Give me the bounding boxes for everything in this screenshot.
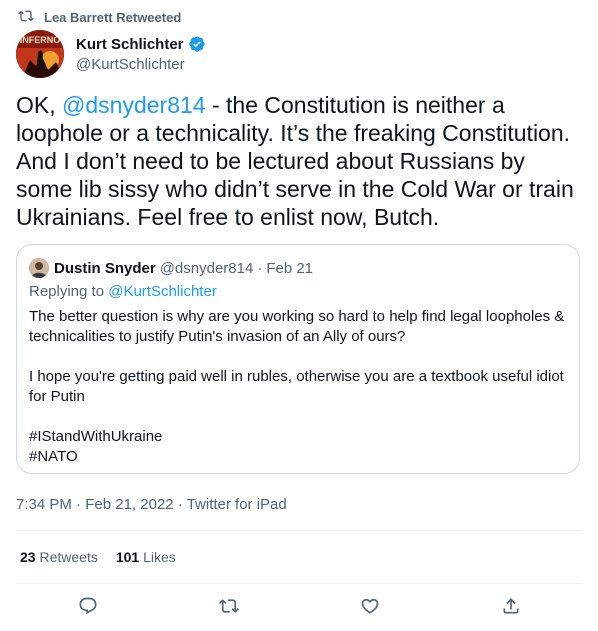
retweets-stat[interactable]: 23 Retweets	[20, 549, 98, 565]
divider	[16, 583, 582, 584]
quoted-display-name: Dustin Snyder	[54, 259, 156, 277]
action-bar	[0, 594, 598, 622]
share-button[interactable]	[497, 594, 525, 622]
quoted-handle: @dsnyder814	[159, 259, 254, 277]
tweet-time[interactable]: 7:34 PM	[16, 496, 72, 513]
tweet-text-prefix: OK,	[16, 92, 63, 118]
author-display-name[interactable]: Kurt Schlichter	[76, 36, 184, 53]
quoted-paragraph-1: The better question is why are you worki…	[29, 308, 565, 345]
avatar-logo-text: INFERNO	[20, 35, 61, 45]
divider	[16, 530, 582, 531]
tweet-text: OK, @dsnyder814 - the Constitution is ne…	[16, 91, 582, 231]
like-icon	[360, 596, 380, 621]
retweets-count: 23	[20, 549, 36, 565]
timestamp-separator-1: ·	[76, 496, 82, 513]
retweets-label: Retweets	[39, 549, 98, 565]
quoted-replying-to: Replying to @KurtSchlichter	[29, 283, 217, 300]
quoted-hashtag-istandwithukraine: #IStandWithUkraine	[29, 428, 163, 445]
engagement-stats: 23 Retweets 101 Likes	[20, 549, 176, 565]
quoted-tweet[interactable]: Dustin Snyder @dsnyder814 · Feb 21 Reply…	[16, 244, 580, 474]
retweeted-by[interactable]: Lea Barrett Retweeted	[18, 8, 181, 26]
quoted-body: The better question is why are you worki…	[29, 307, 569, 467]
retweeted-by-label: Lea Barrett Retweeted	[44, 9, 182, 25]
tweet-mention-link[interactable]: @dsnyder814	[62, 92, 206, 118]
share-icon	[501, 596, 521, 621]
replying-to-prefix: Replying to	[29, 283, 109, 300]
quoted-paragraph-2: I hope you're getting paid well in ruble…	[29, 368, 564, 405]
timestamp-separator-2: ·	[177, 496, 183, 513]
retweet-icon	[18, 8, 34, 27]
quoted-hashtag-nato: #NATO	[29, 448, 78, 465]
likes-stat[interactable]: 101 Likes	[116, 549, 176, 565]
retweet-icon	[219, 596, 239, 621]
likes-count: 101	[115, 549, 140, 565]
quoted-avatar	[29, 258, 49, 278]
replying-to-mention-link[interactable]: @KurtSchlichter	[108, 283, 217, 300]
tweet-source: Twitter for iPad	[186, 496, 287, 513]
retweet-button[interactable]	[215, 594, 243, 622]
avatar[interactable]: INFERNO	[16, 30, 64, 78]
tweet-header: INFERNO Kurt Schlichter @KurtSchlichter	[16, 30, 206, 78]
tweet-date[interactable]: Feb 21, 2022	[85, 496, 173, 513]
tweet-timestamp: 7:34 PM · Feb 21, 2022 · Twitter for iPa…	[16, 496, 287, 513]
quoted-separator: ·	[257, 259, 263, 277]
like-button[interactable]	[356, 594, 384, 622]
reply-button[interactable]	[74, 594, 102, 622]
author-handle[interactable]: @KurtSchlichter	[76, 56, 206, 73]
verified-badge-icon	[188, 35, 206, 53]
quoted-date: Feb 21	[266, 259, 314, 277]
likes-label: Likes	[143, 549, 176, 565]
reply-icon	[78, 596, 98, 621]
